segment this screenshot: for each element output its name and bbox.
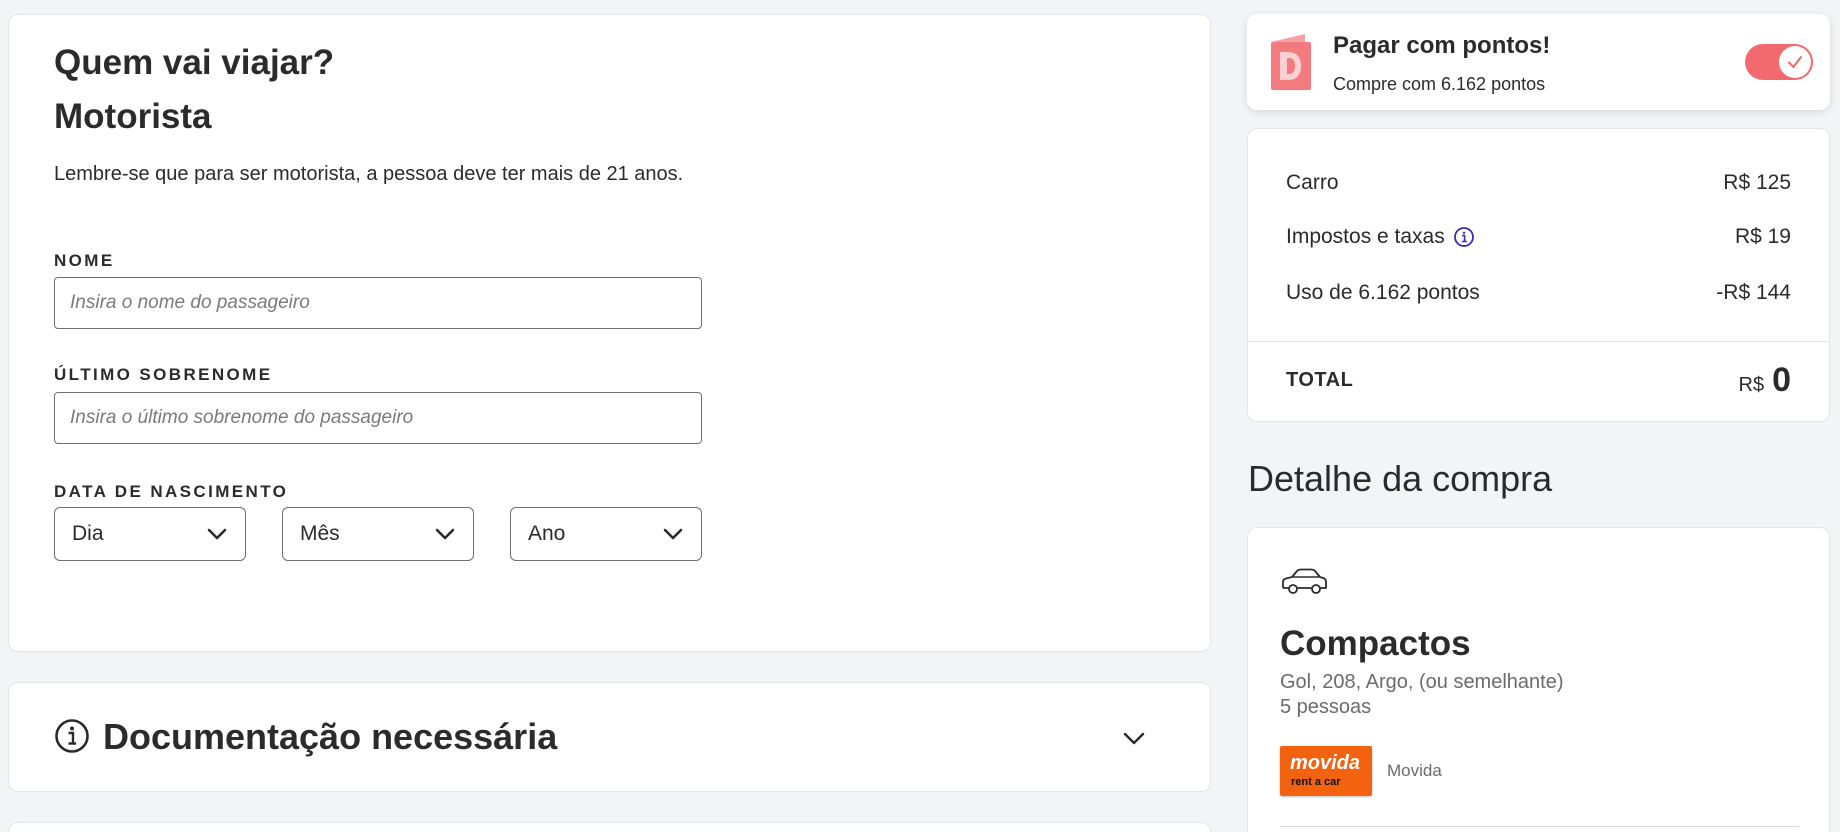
car-class-title: Compactos — [1280, 624, 1471, 663]
supplier-logo-wordmark: movida — [1290, 752, 1361, 774]
purchase-detail-title: Detalhe da compra — [1248, 458, 1553, 499]
birth-year-value: Ano — [528, 522, 566, 545]
required-docs-accordion[interactable]: Documentação necessária — [8, 682, 1211, 792]
pay-with-points-card: Pagar com pontos! Compre com 6.162 ponto… — [1247, 14, 1830, 110]
total-amount: 0 — [1772, 361, 1791, 399]
info-circle-icon[interactable] — [1453, 226, 1475, 248]
supplier-logo: movida rent a car — [1280, 746, 1372, 796]
summary-row-points: Uso de 6.162 pontos -R$ 144 — [1286, 281, 1791, 305]
car-icon — [1282, 568, 1327, 594]
last-name-input[interactable] — [54, 392, 702, 444]
points-brand-icon — [1271, 34, 1311, 90]
last-name-label: ÚLTIMO SOBRENOME — [54, 365, 273, 384]
summary-divider — [1248, 341, 1829, 342]
summary-value: R$ 125 — [1723, 171, 1791, 194]
summary-row-car: Carro R$ 125 — [1286, 171, 1791, 195]
toggle-knob — [1779, 46, 1811, 78]
summary-row-taxes: Impostos e taxas R$ 19 — [1286, 225, 1791, 249]
birth-day-value: Dia — [72, 522, 104, 545]
purchase-detail-card: Compactos Gol, 208, Argo, (ou semelhante… — [1247, 527, 1830, 832]
birth-month-value: Mês — [300, 522, 340, 545]
summary-value: R$ 19 — [1734, 225, 1791, 248]
form-subtitle: Motorista — [54, 97, 212, 136]
form-title: Quem vai viajar? — [54, 43, 335, 82]
birth-date-label: DATA DE NASCIMENTO — [54, 482, 289, 501]
detail-divider — [1280, 826, 1799, 827]
birth-year-select[interactable]: Ano — [510, 507, 702, 561]
birth-month-select[interactable]: Mês — [282, 507, 474, 561]
chevron-down-icon — [663, 528, 683, 540]
chevron-down-icon — [435, 528, 455, 540]
pay-with-points-toggle[interactable] — [1745, 44, 1813, 80]
checkmark-icon — [1788, 56, 1802, 68]
traveler-form-card: Quem vai viajar? Motorista Lembre-se que… — [8, 14, 1211, 652]
points-title: Pagar com pontos! — [1333, 32, 1551, 59]
first-name-label: NOME — [54, 251, 115, 270]
total-currency: R$ — [1738, 374, 1765, 396]
supplier-name: Movida — [1387, 761, 1442, 780]
birth-day-select[interactable]: Dia — [54, 507, 246, 561]
chevron-down-icon[interactable] — [1119, 723, 1149, 753]
points-subtitle: Compre com 6.162 pontos — [1333, 74, 1546, 94]
summary-total-row: TOTAL R$ 0 — [1286, 361, 1791, 400]
total-label: TOTAL — [1286, 369, 1354, 391]
chevron-down-icon — [207, 528, 227, 540]
price-summary-card: Carro R$ 125 Impostos e taxas R$ 19 Uso … — [1247, 128, 1830, 422]
supplier-logo-tagline: rent a car — [1291, 776, 1341, 788]
summary-label: Carro — [1286, 171, 1339, 194]
car-seats: 5 pessoas — [1280, 696, 1372, 718]
next-section-card — [8, 822, 1211, 832]
docs-title: Documentação necessária — [103, 716, 558, 757]
summary-label: Uso de 6.162 pontos — [1286, 281, 1480, 304]
summary-label: Impostos e taxas — [1286, 225, 1445, 248]
driver-age-note: Lembre-se que para ser motorista, a pess… — [54, 163, 684, 185]
car-models: Gol, 208, Argo, (ou semelhante) — [1280, 671, 1564, 693]
info-circle-icon — [55, 719, 89, 753]
first-name-input[interactable] — [54, 277, 702, 329]
summary-value: -R$ 144 — [1716, 281, 1791, 304]
